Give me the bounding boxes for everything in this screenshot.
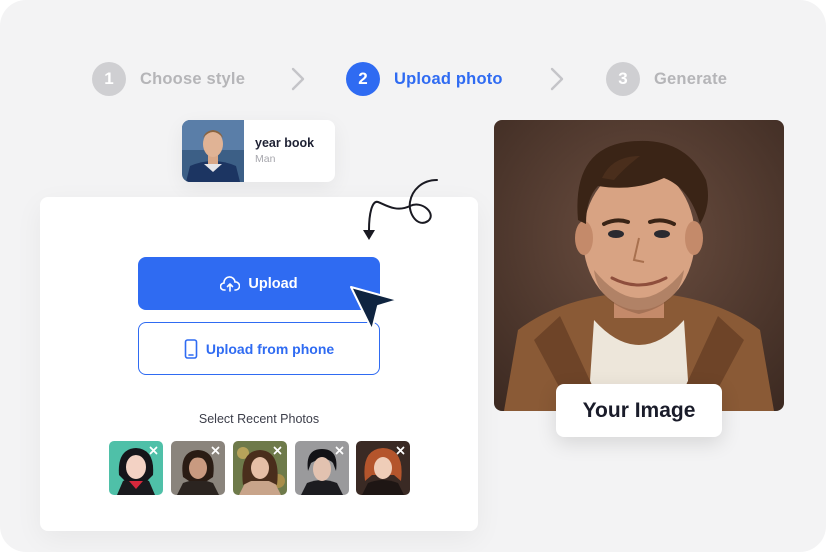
close-icon[interactable] (148, 445, 159, 456)
phone-icon (184, 338, 198, 359)
recent-photo[interactable] (171, 441, 225, 495)
cloud-upload-icon (220, 275, 241, 292)
close-icon[interactable] (272, 445, 283, 456)
portrait-image (494, 120, 784, 411)
recent-photo[interactable] (233, 441, 287, 495)
recent-photo[interactable] (295, 441, 349, 495)
upload-button-label: Upload (248, 275, 298, 292)
your-image-label: Your Image (556, 384, 722, 437)
step-generate[interactable]: 3 Generate (606, 62, 727, 96)
step-number: 1 (92, 62, 126, 96)
step-label: Upload photo (394, 69, 503, 88)
selected-style-card[interactable]: year book Man (182, 120, 335, 182)
step-upload-photo[interactable]: 2 Upload photo (346, 62, 503, 96)
upload-from-phone-button[interactable]: Upload from phone (138, 322, 380, 375)
chevron-right-icon (291, 67, 305, 91)
close-icon[interactable] (395, 445, 406, 456)
style-title: year book (255, 136, 315, 150)
recent-photo[interactable] (109, 441, 163, 495)
chevron-right-icon (550, 67, 564, 91)
close-icon[interactable] (210, 445, 221, 456)
upload-from-phone-label: Upload from phone (205, 340, 335, 357)
step-number: 3 (606, 62, 640, 96)
step-label: Generate (654, 69, 728, 88)
close-icon[interactable] (334, 445, 345, 456)
style-thumbnail (182, 120, 244, 182)
curly-arrow-icon (363, 179, 438, 240)
upload-button[interactable]: Upload (138, 257, 380, 310)
cursor-icon (350, 286, 399, 331)
recent-photo[interactable] (356, 441, 410, 495)
recent-photos-label: Select Recent Photos (198, 412, 320, 426)
style-subtitle: Man (255, 153, 276, 165)
your-image-preview (494, 120, 784, 411)
step-number: 2 (346, 62, 380, 96)
step-choose-style[interactable]: 1 Choose style (92, 62, 245, 96)
step-label: Choose style (140, 69, 246, 88)
